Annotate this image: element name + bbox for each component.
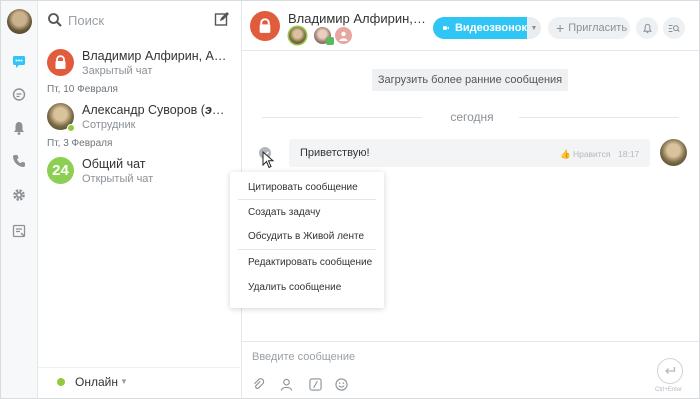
icon-rail <box>1 1 38 398</box>
menu-item-discuss[interactable]: Обсудить в Живой ленте <box>230 225 384 247</box>
message-text: Приветствую! <box>300 147 370 159</box>
search-list-icon <box>668 24 680 32</box>
chevron-down-icon[interactable]: ▼ <box>120 377 128 386</box>
video-call-button[interactable]: Видеозвонок <box>433 17 527 39</box>
search-input[interactable] <box>68 11 208 29</box>
attach-icon[interactable] <box>252 378 265 391</box>
my-avatar[interactable] <box>7 9 32 34</box>
menu-item-quote[interactable]: Цитировать сообщение <box>230 176 384 198</box>
phone-icon[interactable] <box>10 152 28 170</box>
message-time: 18:17 <box>618 149 640 159</box>
member-avatar[interactable] <box>289 27 306 44</box>
status-selector[interactable]: Онлайн ▼ <box>38 367 242 397</box>
message-bubble[interactable]: Приветствую! 👍 Нравится 18:17 <box>289 139 650 167</box>
gear-icon[interactable] <box>10 186 28 204</box>
notes-icon[interactable] <box>10 222 28 240</box>
menu-item-create-task[interactable]: Создать задачу <box>230 201 384 223</box>
chat-subtitle: Сотрудник <box>82 119 136 131</box>
chat-subtitle: Закрытый чат <box>82 65 153 77</box>
status-label[interactable]: Онлайн <box>75 375 118 389</box>
search-row <box>38 1 242 39</box>
smile-icon[interactable] <box>335 378 348 391</box>
openlines-icon[interactable] <box>10 86 28 104</box>
online-indicator <box>67 124 75 132</box>
menu-divider <box>238 249 376 250</box>
new-chat-icon[interactable] <box>214 11 230 27</box>
online-indicator <box>57 378 65 386</box>
member-badge <box>326 37 334 45</box>
day-label: сегодня <box>450 110 494 124</box>
message-input[interactable] <box>252 348 632 366</box>
chat-title: Владимир Алфирин, Алекс... <box>82 49 232 63</box>
bell-icon <box>642 23 652 33</box>
menu-divider <box>238 199 376 200</box>
sender-avatar[interactable] <box>660 139 687 166</box>
member-avatar[interactable] <box>335 27 352 44</box>
chat-item-general[interactable]: 24 Общий чат Открытый чат <box>38 153 242 193</box>
send-button[interactable] <box>657 358 683 384</box>
bell-icon[interactable] <box>10 119 28 137</box>
messenger-window: Владимир Алфирин, Алекс... Закрытый чат … <box>0 0 700 399</box>
chat-icon[interactable] <box>10 52 28 70</box>
chat-title: Общий чат <box>82 157 146 171</box>
chat-title: Александр Суворов (это в... <box>82 103 232 117</box>
camera-icon <box>443 26 449 30</box>
notifications-button[interactable] <box>636 17 658 39</box>
search-messages-button[interactable] <box>663 17 685 39</box>
message-context-menu: Цитировать сообщение Создать задачу Обсу… <box>230 172 384 308</box>
command-icon[interactable] <box>309 378 322 391</box>
search-icon <box>48 13 62 27</box>
chevron-down-icon[interactable]: ▼ <box>527 17 541 39</box>
menu-item-edit[interactable]: Редактировать сообщение <box>230 251 384 273</box>
chat-title[interactable]: Владимир Алфирин, Але... <box>288 11 428 26</box>
cursor-icon <box>262 151 275 169</box>
like-button[interactable]: 👍 Нравится <box>560 149 610 160</box>
chat-header: Владимир Алфирин, Але... Видеозвонок ▼ +… <box>242 1 699 51</box>
avatar: 24 <box>47 157 74 184</box>
lock-icon <box>47 49 74 76</box>
load-earlier-button[interactable]: Загрузить более ранние сообщения <box>372 69 568 91</box>
chat-item-closed-chat[interactable]: Владимир Алфирин, Алекс... Закрытый чат <box>38 45 242 85</box>
chat-list-sidebar: Владимир Алфирин, Алекс... Закрытый чат … <box>38 1 242 398</box>
enter-icon <box>665 367 676 374</box>
send-hint: Ctrl+Enter <box>655 387 683 393</box>
invite-button[interactable]: + Пригласить <box>548 17 630 39</box>
chat-subtitle: Открытый чат <box>82 173 154 185</box>
date-separator: Пт, 10 Февраля <box>47 84 118 95</box>
date-separator: Пт, 3 Февраля <box>47 138 113 149</box>
lock-icon <box>250 11 280 41</box>
composer: Ctrl+Enter <box>242 341 699 398</box>
mention-user-icon[interactable] <box>280 378 293 391</box>
plus-icon: + <box>556 20 565 36</box>
menu-item-delete[interactable]: Удалить сообщение <box>230 276 384 298</box>
video-call-label: Видеозвонок <box>454 22 527 34</box>
chat-item-suvorov[interactable]: Александр Суворов (это в... Сотрудник <box>38 99 242 139</box>
